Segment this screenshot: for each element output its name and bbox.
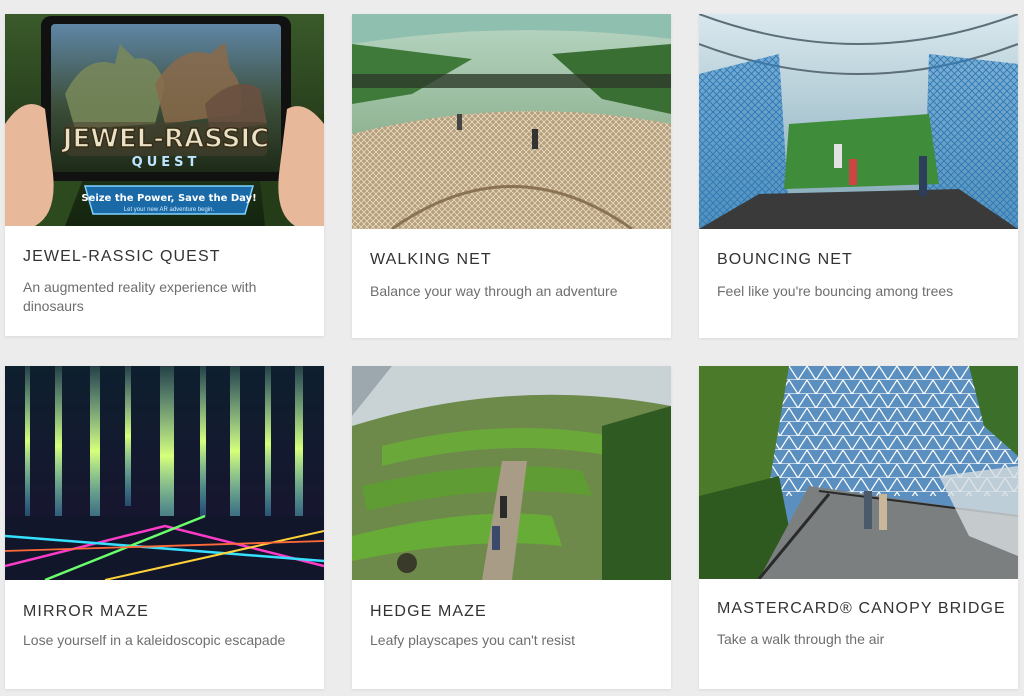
- mirror-maze-image[interactable]: [5, 366, 324, 580]
- card-description: Take a walk through the air: [717, 631, 885, 647]
- card-description: Balance your way through an adventure: [370, 283, 618, 299]
- card-title[interactable]: MIRROR MAZE: [23, 603, 312, 621]
- attraction-card-mirror-maze[interactable]: MIRROR MAZE Lose yourself in a kaleidosc…: [5, 366, 324, 689]
- quest-logo-text: QUEST: [132, 155, 201, 170]
- attraction-card-canopy-bridge[interactable]: MASTERCARD® CANOPY BRIDGE Take a walk th…: [699, 366, 1018, 689]
- walking-net-image[interactable]: [352, 14, 671, 229]
- card-title[interactable]: MASTERCARD® CANOPY BRIDGE: [717, 600, 1006, 618]
- card-description: An augmented reality experience with din…: [23, 279, 257, 314]
- attraction-card-jewel-rassic-quest[interactable]: JEWEL-RASSIC QUEST Seize the Power, Save…: [5, 14, 324, 336]
- card-title[interactable]: BOUNCING NET: [717, 251, 1006, 269]
- banner-headline: Seize the Power, Save the Day!: [81, 193, 256, 204]
- card-title[interactable]: JEWEL-RASSIC QUEST: [23, 248, 312, 266]
- card-title[interactable]: HEDGE MAZE: [370, 603, 659, 621]
- attraction-card-hedge-maze[interactable]: HEDGE MAZE Leafy playscapes you can't re…: [352, 366, 671, 689]
- card-title[interactable]: WALKING NET: [370, 251, 659, 269]
- attraction-card-bouncing-net[interactable]: BOUNCING NET Feel like you're bouncing a…: [699, 14, 1018, 338]
- card-description: Feel like you're bouncing among trees: [717, 283, 954, 299]
- canopy-bridge-image[interactable]: [699, 366, 1018, 579]
- card-description: Lose yourself in a kaleidoscopic escapad…: [23, 632, 286, 648]
- hedge-maze-image[interactable]: [352, 366, 671, 580]
- banner-subline: Let your new AR adventure begin.: [124, 207, 215, 213]
- attraction-card-walking-net[interactable]: WALKING NET Balance your way through an …: [352, 14, 671, 338]
- jewel-rassic-quest-image[interactable]: JEWEL-RASSIC QUEST Seize the Power, Save…: [5, 14, 324, 226]
- bouncing-net-image[interactable]: [699, 14, 1018, 229]
- jewel-rassic-logo-text: JEWEL-RASSIC: [61, 124, 269, 154]
- card-description: Leafy playscapes you can't resist: [370, 632, 576, 648]
